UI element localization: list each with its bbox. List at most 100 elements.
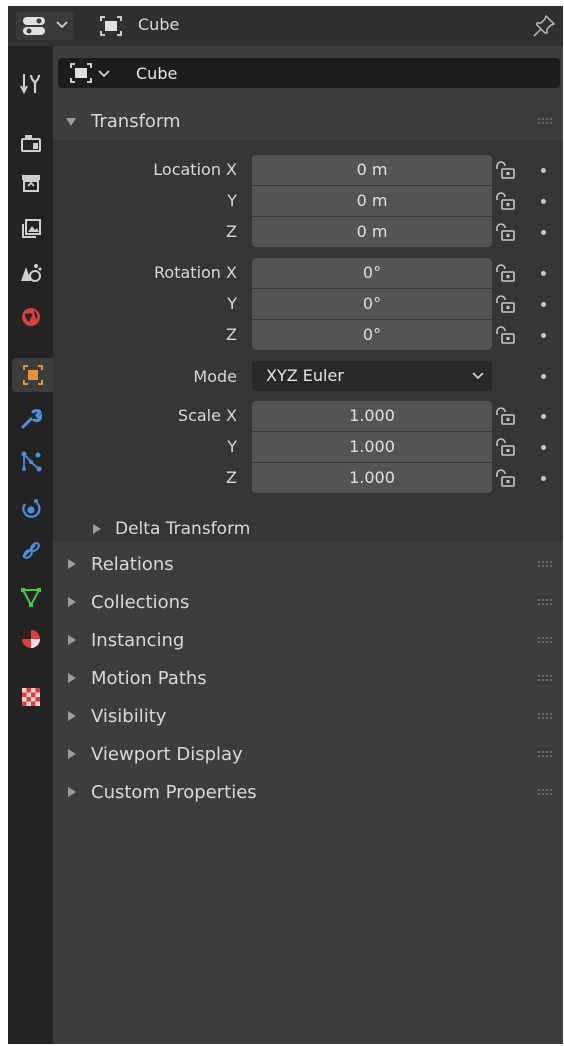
panel-custom-properties-header[interactable]: Custom Properties [53, 773, 563, 811]
drag-grip-icon[interactable] [537, 712, 553, 720]
panel-relations-header[interactable]: Relations [53, 545, 563, 583]
drag-grip-icon[interactable] [537, 598, 553, 606]
subpanel-title: Delta Transform [115, 519, 251, 539]
chevron-down-icon [98, 70, 110, 78]
keyframe-dot-icon[interactable] [541, 374, 546, 379]
panel-collections-header[interactable]: Collections [53, 583, 563, 621]
header-title: Cube [138, 15, 180, 34]
lock-icon[interactable] [494, 468, 516, 488]
lock-icon[interactable] [494, 263, 516, 283]
tab-output[interactable] [12, 166, 49, 200]
chevron-down-icon [56, 21, 68, 29]
collapsed-triangle-icon [68, 749, 76, 759]
panel-transform-header[interactable]: Transform [53, 102, 563, 140]
object-icon [100, 16, 122, 36]
tab-object[interactable] [12, 358, 53, 392]
texture-icon [21, 688, 40, 706]
keyframe-dot-icon[interactable] [541, 230, 546, 235]
panel-title: Visibility [91, 706, 167, 727]
keyframe-dot-icon[interactable] [541, 333, 546, 338]
tab-particles[interactable] [12, 444, 49, 478]
lock-icon[interactable] [494, 222, 516, 242]
panel-title: Motion Paths [91, 668, 207, 689]
properties-editor: Cube Cube Transform Location X 0 m Y 0 m… [8, 6, 563, 1044]
scale-y-field[interactable]: 1.000 [252, 432, 492, 462]
rotation-mode-dropdown[interactable]: XYZ Euler [252, 361, 492, 391]
collapsed-triangle-icon [68, 597, 76, 607]
scale-x-field[interactable]: 1.000 [252, 401, 492, 431]
collapsed-triangle-icon [68, 787, 76, 797]
location-x-field[interactable]: 0 m [252, 155, 492, 185]
lock-icon[interactable] [494, 437, 516, 457]
panel-motion-paths-header[interactable]: Motion Paths [53, 659, 563, 697]
lock-icon[interactable] [494, 191, 516, 211]
scene-icon [20, 264, 41, 282]
lock-icon[interactable] [494, 160, 516, 180]
tab-scene[interactable] [12, 256, 49, 290]
drag-grip-icon[interactable] [537, 560, 553, 568]
rotation-y-label: Y [227, 294, 237, 313]
collapsed-triangle-icon [93, 524, 101, 534]
panel-title: Viewport Display [91, 744, 243, 765]
data-type-selector[interactable] [66, 62, 124, 84]
location-z-field[interactable]: 0 m [252, 217, 492, 247]
object-name-field[interactable]: Cube [136, 64, 177, 83]
tab-material[interactable] [12, 622, 49, 656]
keyframe-dot-icon[interactable] [541, 414, 546, 419]
panel-title: Relations [91, 554, 174, 575]
output-icon [21, 175, 40, 192]
editor-type-selector[interactable] [16, 12, 74, 40]
material-icon [21, 630, 40, 648]
keyframe-dot-icon[interactable] [541, 271, 546, 276]
world-icon [21, 308, 40, 326]
tab-constraints[interactable] [12, 534, 49, 568]
keyframe-dot-icon[interactable] [541, 476, 546, 481]
keyframe-dot-icon[interactable] [541, 302, 546, 307]
tab-render[interactable] [12, 126, 49, 160]
lock-icon[interactable] [494, 294, 516, 314]
physics-icon [21, 499, 41, 518]
tab-tool[interactable] [12, 66, 49, 100]
mesh-data-icon [20, 588, 41, 608]
drag-grip-icon[interactable] [537, 636, 553, 644]
collapsed-triangle-icon [68, 559, 76, 569]
drag-grip-icon[interactable] [537, 674, 553, 682]
tab-view-layer[interactable] [12, 212, 49, 246]
keyframe-dot-icon[interactable] [541, 445, 546, 450]
collapsed-triangle-icon [68, 711, 76, 721]
editor-header: Cube [8, 6, 563, 46]
rotation-mode-value: XYZ Euler [266, 366, 344, 385]
keyframe-dot-icon[interactable] [541, 199, 546, 204]
view-layer-icon [21, 219, 41, 238]
tool-settings-icon [19, 74, 40, 94]
drag-grip-icon[interactable] [537, 750, 553, 758]
rotation-y-field[interactable]: 0° [252, 289, 492, 319]
pin-icon[interactable] [532, 14, 556, 38]
rotation-z-field[interactable]: 0° [252, 320, 492, 350]
tab-data[interactable] [12, 580, 49, 614]
location-y-label: Y [227, 191, 237, 210]
tab-modifiers[interactable] [12, 402, 49, 436]
drag-grip-icon[interactable] [537, 117, 553, 125]
rotation-x-field[interactable]: 0° [252, 258, 492, 288]
lock-icon[interactable] [494, 325, 516, 345]
panel-instancing-header[interactable]: Instancing [53, 621, 563, 659]
location-x-label: Location X [153, 160, 237, 179]
panel-title: Collections [91, 592, 190, 613]
tab-world[interactable] [12, 300, 49, 334]
subpanel-delta-transform[interactable]: Delta Transform [53, 514, 563, 544]
properties-tab-bar [8, 46, 53, 1044]
panel-visibility-header[interactable]: Visibility [53, 697, 563, 735]
lock-icon[interactable] [494, 406, 516, 426]
drag-grip-icon[interactable] [537, 788, 553, 796]
collapsed-triangle-icon [68, 635, 76, 645]
mode-label: Mode [193, 367, 237, 386]
keyframe-dot-icon[interactable] [541, 168, 546, 173]
scale-z-field[interactable]: 1.000 [252, 463, 492, 493]
tab-physics[interactable] [12, 492, 49, 526]
scale-x-label: Scale X [177, 406, 237, 425]
context-bar: Cube [58, 58, 560, 88]
tab-texture[interactable] [12, 680, 49, 714]
panel-viewport-display-header[interactable]: Viewport Display [53, 735, 563, 773]
location-y-field[interactable]: 0 m [252, 186, 492, 216]
